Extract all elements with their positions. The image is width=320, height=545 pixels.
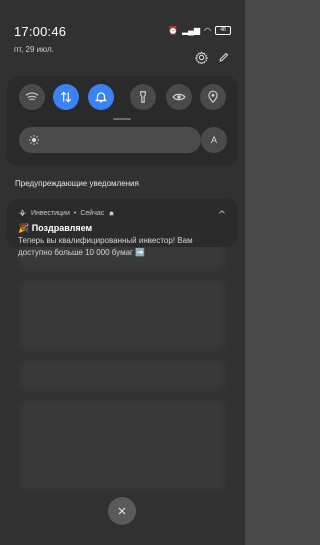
- gear-icon: [194, 50, 208, 64]
- close-icon: [118, 507, 126, 515]
- bell-icon: [94, 92, 108, 103]
- battery-icon: 48: [215, 26, 231, 35]
- tile-notifications[interactable]: [88, 84, 114, 110]
- status-bar: 17:00:46 ⏰ ▂▄▆ ◠ 48: [14, 24, 231, 40]
- signal-icon: ▂▄▆: [182, 26, 201, 35]
- app-name: Инвестиции: [31, 210, 70, 217]
- mobile-data-icon: [60, 91, 72, 103]
- tile-flashlight[interactable]: [130, 84, 156, 110]
- date-label: пт, 29 июл.: [14, 45, 54, 54]
- notification-body: Теперь вы квалифицированный инвестор! Ва…: [18, 236, 193, 257]
- notification-title: 🎉 Поздравляем: [18, 223, 93, 233]
- notification-header: Инвестиции • Сейчас: [18, 209, 115, 218]
- wifi-icon: [25, 92, 39, 101]
- clock: 17:00:46: [14, 24, 67, 39]
- separator-dot: •: [73, 210, 77, 217]
- settings-button[interactable]: [192, 48, 210, 66]
- brightness-slider[interactable]: [19, 127, 201, 153]
- tile-mobile-data[interactable]: [53, 84, 79, 110]
- chevron-up-icon[interactable]: [217, 207, 227, 217]
- tile-wifi[interactable]: [19, 84, 45, 110]
- panel-handle[interactable]: [113, 118, 131, 120]
- status-icons: ⏰ ▂▄▆ ◠ 48: [168, 26, 231, 35]
- quick-settings-panel: A: [7, 76, 238, 166]
- location-icon: [208, 90, 218, 104]
- edit-button[interactable]: [215, 48, 233, 66]
- notification-card[interactable]: Инвестиции • Сейчас 🎉 Поздравляем Теперь…: [7, 199, 238, 257]
- edit-icon: [219, 52, 229, 62]
- eye-icon: [172, 93, 186, 101]
- auto-brightness-button[interactable]: A: [201, 127, 227, 153]
- app-icon: [19, 209, 26, 216]
- notification-time: Сейчас: [80, 210, 105, 217]
- sun-icon: [29, 135, 39, 145]
- tile-reading-mode[interactable]: [166, 84, 192, 110]
- flashlight-icon: [140, 91, 146, 103]
- wifi-status-icon: ◠: [204, 26, 211, 35]
- bell-small-icon: [109, 211, 115, 216]
- alarm-icon: ⏰: [168, 26, 179, 35]
- clear-notifications-button[interactable]: [108, 497, 136, 525]
- section-title: Предупреждающие уведомления: [15, 179, 139, 188]
- tile-location[interactable]: [200, 84, 226, 110]
